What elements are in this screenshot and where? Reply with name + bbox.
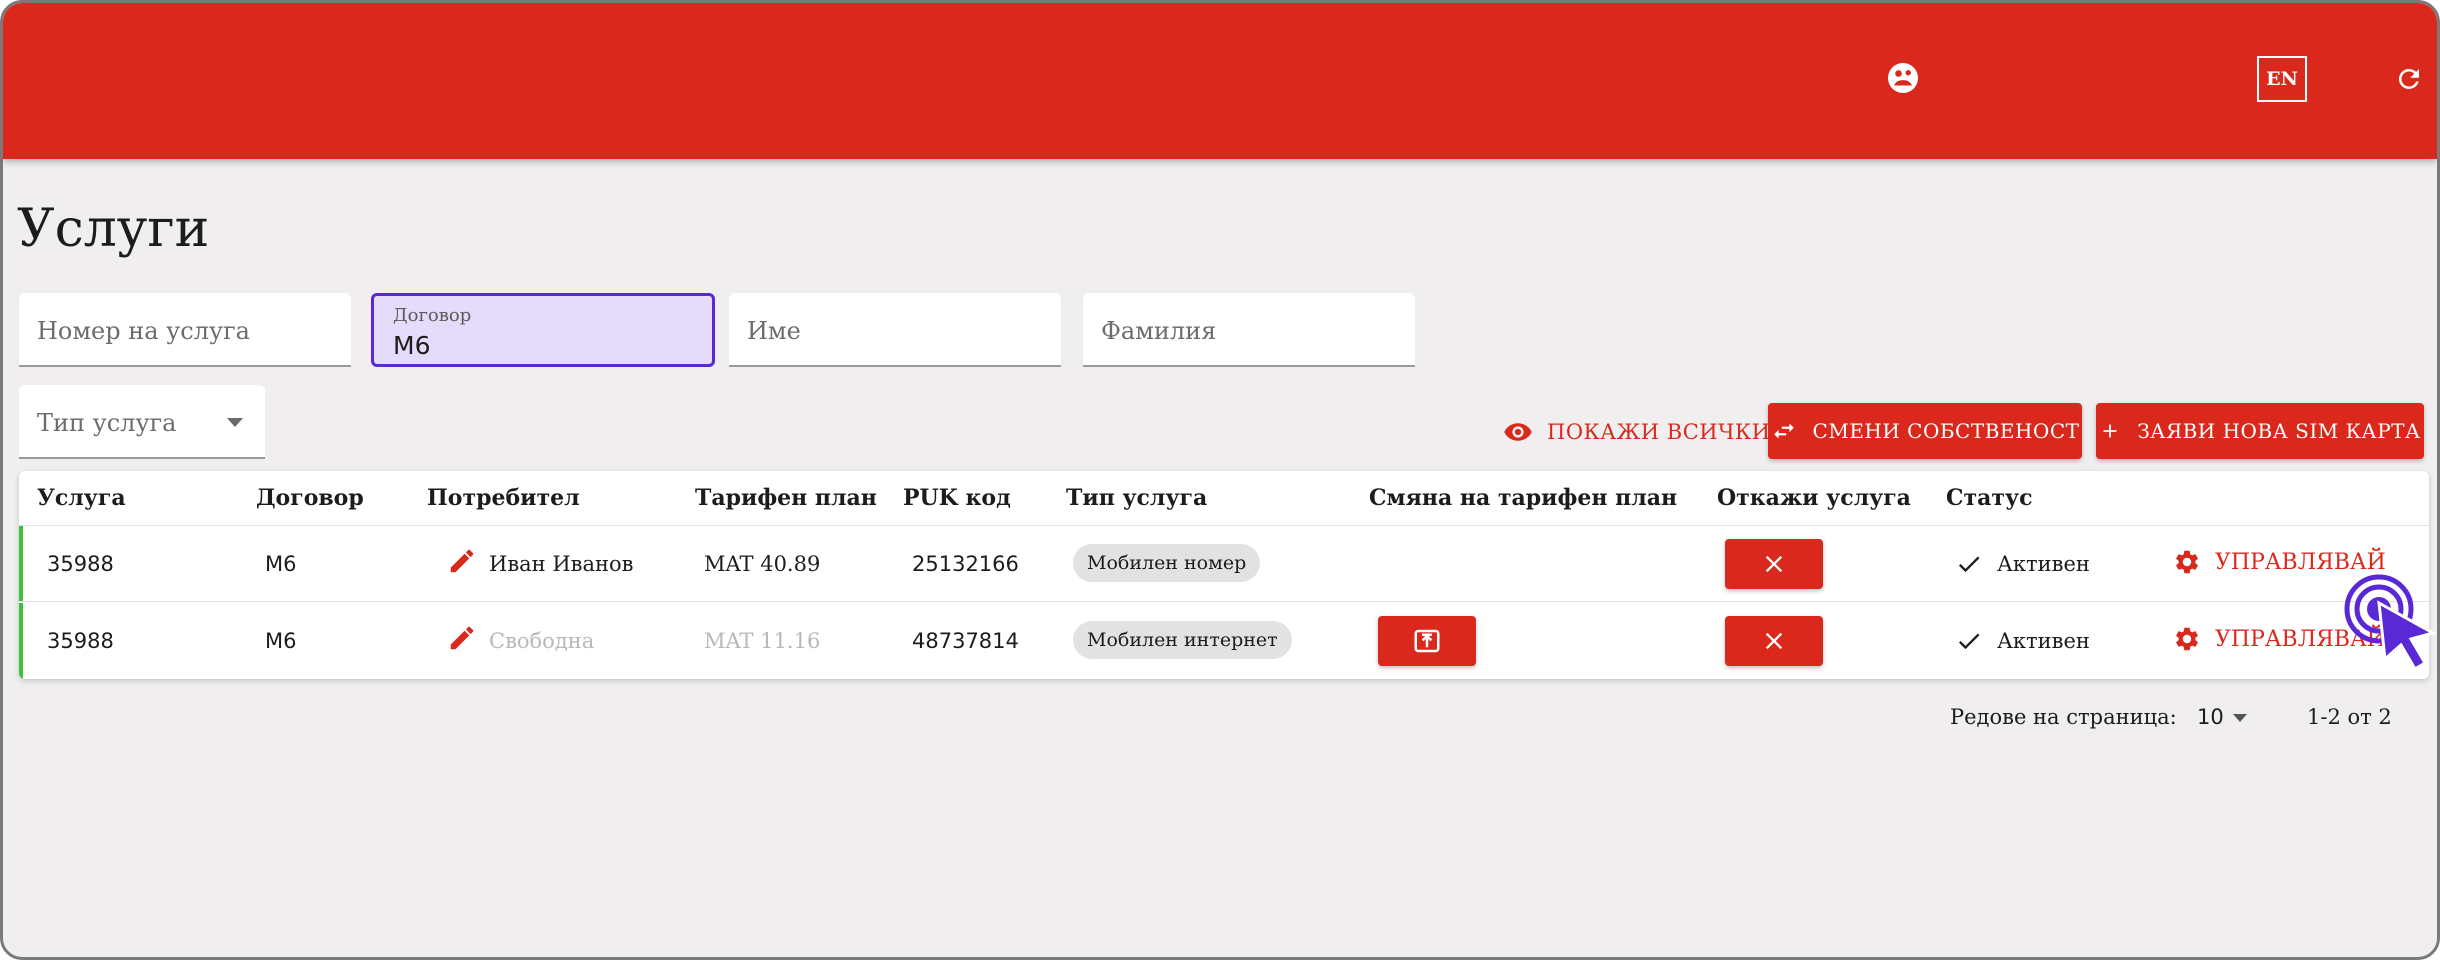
app-window: EN Услуги Номер на услуга Договор M6 Име… xyxy=(0,0,2440,960)
check-icon xyxy=(1958,633,1980,650)
gear-icon xyxy=(2176,550,2198,574)
check-icon xyxy=(1958,556,1980,573)
last-name-placeholder: Фамилия xyxy=(1101,317,1217,345)
column-header[interactable]: Смяна на тарифен план xyxy=(1369,485,1677,511)
upload-box-icon xyxy=(1414,629,1440,653)
change-owner-button[interactable]: СМЕНИ СОБСТВЕНОСТ xyxy=(1768,403,2082,459)
status-accent-bar xyxy=(19,603,23,679)
edit-icon[interactable] xyxy=(447,623,477,653)
contract-cell: M6 xyxy=(265,552,297,576)
column-header[interactable]: Договор xyxy=(256,485,364,511)
status-cell: Активен xyxy=(1997,552,2090,576)
puk-cell: 25132166 xyxy=(912,552,1019,576)
cancel-service-button[interactable] xyxy=(1725,539,1823,589)
first-name-field[interactable]: Име xyxy=(729,293,1061,367)
table-row[interactable]: 35988 M6 Свободна MAT 11.16 48737814 Моб… xyxy=(19,603,2429,679)
close-icon xyxy=(1765,632,1783,650)
status-cell: Активен xyxy=(1997,629,2090,653)
contract-field[interactable]: Договор M6 xyxy=(371,293,715,367)
change-owner-label: СМЕНИ СОБСТВЕНОСТ xyxy=(1812,419,2080,443)
plan-cell: MAT 11.16 xyxy=(704,629,821,653)
service-cell: 35988 xyxy=(47,552,114,576)
service-type-select[interactable]: Тип услуга xyxy=(19,385,265,459)
close-icon xyxy=(1765,555,1783,573)
contract-value: M6 xyxy=(393,331,431,360)
top-app-bar: EN xyxy=(3,3,2437,159)
plan-cell: MAT 40.89 xyxy=(704,552,821,576)
page-title: Услуги xyxy=(17,199,210,259)
column-header[interactable]: Тип услуга xyxy=(1066,485,1207,511)
refresh-icon[interactable] xyxy=(2391,61,2427,97)
user-cell: Свободна xyxy=(489,629,595,653)
last-name-field[interactable]: Фамилия xyxy=(1083,293,1415,367)
service-type-placeholder: Тип услуга xyxy=(37,409,177,437)
first-name-placeholder: Име xyxy=(747,317,801,345)
contract-cell: M6 xyxy=(265,629,297,653)
column-header[interactable]: Статус xyxy=(1946,485,2033,511)
column-header[interactable]: Потребител xyxy=(427,485,580,511)
column-header[interactable]: Тарифен план xyxy=(695,485,877,511)
show-all-label: ПОКАЖИ ВСИЧКИ xyxy=(1547,420,1771,444)
swap-icon xyxy=(1773,423,1794,439)
eye-icon xyxy=(1504,423,1532,441)
column-header[interactable]: PUK код xyxy=(903,485,1011,511)
change-plan-button[interactable] xyxy=(1378,616,1476,666)
pointer-cursor-icon xyxy=(2344,574,2437,672)
edit-icon[interactable] xyxy=(447,546,477,576)
new-sim-label: ЗАЯВИ НОВА SIM КАРТА xyxy=(2137,419,2421,443)
show-all-button[interactable]: ПОКАЖИ ВСИЧКИ xyxy=(1503,407,1770,457)
cancel-service-button[interactable] xyxy=(1725,616,1823,666)
service-number-placeholder: Номер на услуга xyxy=(37,317,250,345)
services-table: Услуга Договор Потребител Тарифен план P… xyxy=(19,471,2429,679)
gear-icon xyxy=(2176,627,2198,651)
service-type-chip: Мобилен интернет xyxy=(1073,621,1292,659)
rows-per-page-label: Редове на страница: xyxy=(1950,705,2177,729)
status-accent-bar xyxy=(19,526,23,601)
column-header[interactable]: Услуга xyxy=(37,485,126,511)
service-type-chip: Мобилен номер xyxy=(1073,544,1261,582)
user-cell: Иван Иванов xyxy=(489,552,634,576)
plus-icon xyxy=(2103,424,2117,438)
column-header[interactable]: Откажи услуга xyxy=(1717,485,1911,511)
language-button[interactable]: EN xyxy=(2257,56,2307,102)
chevron-down-icon xyxy=(227,418,243,427)
service-number-field[interactable]: Номер на услуга xyxy=(19,293,351,367)
pagination-range: 1-2 от 2 xyxy=(2307,705,2392,729)
user-icon[interactable] xyxy=(1883,58,1923,98)
service-cell: 35988 xyxy=(47,629,114,653)
contract-label: Договор xyxy=(393,305,472,326)
table-row[interactable]: 35988 M6 Иван Иванов MAT 40.89 25132166 … xyxy=(19,526,2429,602)
puk-cell: 48737814 xyxy=(912,629,1019,653)
chevron-down-icon[interactable] xyxy=(2233,714,2247,722)
new-sim-button[interactable]: ЗАЯВИ НОВА SIM КАРТА xyxy=(2096,403,2424,459)
rows-per-page-select[interactable]: 10 xyxy=(2197,705,2224,729)
